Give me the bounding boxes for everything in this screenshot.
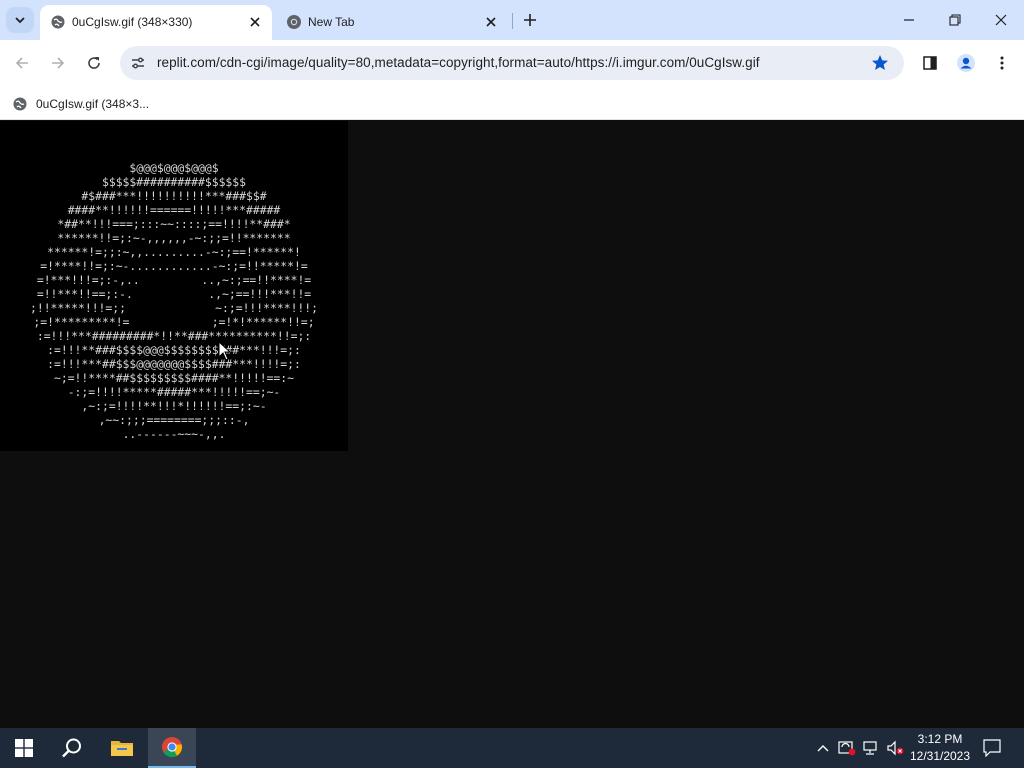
tray-overflow-button[interactable]: [814, 728, 832, 768]
chevron-up-icon: [817, 745, 829, 752]
tab-separator: [512, 13, 513, 29]
side-panel-button[interactable]: [916, 49, 944, 77]
ascii-line: $$$$$##########$$$$$$: [101, 175, 246, 189]
volume-muted-icon: [887, 740, 904, 756]
network-icon: [863, 741, 877, 755]
reload-icon: [88, 57, 100, 69]
bookmark-star-icon[interactable]: [870, 53, 890, 73]
tab-search-button[interactable]: [6, 7, 34, 33]
ascii-line: ,~:;=!!!!**!!!*!!!!!!==;:~-: [81, 399, 267, 413]
tab-title: 0uCgIsw.gif (348×330): [72, 15, 193, 29]
ascii-line: ******!!=;:~-,,,,,,-~:;;=!!*******: [57, 231, 291, 245]
tab-new-tab[interactable]: New Tab: [276, 5, 508, 40]
clock-date: 12/31/2023: [909, 749, 971, 763]
forward-button[interactable]: [44, 49, 72, 77]
ascii-line: *##**!!!===;:::~~::::;==!!!!**###*: [57, 217, 291, 231]
bookmark-label: 0uCgIsw.gif (348×3...: [36, 97, 150, 111]
ascii-line: -:;=!!!!*****#####***!!!!!==;~-: [67, 385, 281, 399]
clock-time: 3:12 PM: [917, 732, 963, 746]
taskbar-search-button[interactable]: [48, 728, 96, 768]
arrow-right-icon: [52, 57, 65, 69]
tab-title: New Tab: [308, 15, 355, 29]
network-button[interactable]: [860, 728, 882, 768]
globe-icon: [13, 97, 27, 111]
close-tab-icon[interactable]: [482, 13, 500, 31]
ascii-line: =!****!!=;:~-............-~:;=!!*****!=: [40, 259, 308, 273]
chevron-down-icon: [15, 17, 25, 24]
folder-icon: [111, 741, 133, 756]
minimize-icon: [904, 19, 914, 21]
reload-button[interactable]: [80, 49, 108, 77]
close-icon: [995, 14, 1007, 26]
start-button[interactable]: [0, 728, 48, 768]
arrow-left-icon: [15, 57, 28, 69]
ascii-line: ;=!*********!= ;=!*!******!!=;: [33, 315, 315, 329]
address-bar[interactable]: replit.com/cdn-cgi/image/quality=80,meta…: [120, 46, 904, 80]
chrome-icon: [162, 737, 183, 758]
menu-button[interactable]: [988, 49, 1016, 77]
tab-strip: 0uCgIsw.gif (348×330) New Tab: [0, 0, 1024, 40]
globe-icon: [51, 15, 65, 29]
taskbar-clock[interactable]: 3:12 PM 12/31/2023: [904, 731, 976, 765]
ascii-line: #$###***!!!!!!!!!!***###$$#: [81, 189, 267, 203]
bookmark-item[interactable]: 0uCgIsw.gif (348×3...: [8, 92, 149, 116]
ascii-line: :=!!!**###$$$$@@@$$$$$$$$###***!!!=;:: [47, 343, 301, 357]
browser-toolbar: replit.com/cdn-cgi/image/quality=80,meta…: [0, 40, 1024, 86]
notifications-button[interactable]: [980, 728, 1004, 768]
tab-gif[interactable]: 0uCgIsw.gif (348×330): [40, 5, 272, 40]
file-explorer-button[interactable]: [98, 728, 146, 768]
chrome-icon: [287, 15, 301, 29]
ascii-line: $@@@$@@@$@@@$: [129, 161, 219, 175]
windows-logo-icon: [15, 739, 33, 757]
volume-button[interactable]: [884, 728, 906, 768]
new-tab-button[interactable]: [518, 8, 542, 32]
ascii-line: =!!***!!==;:-. .,~;==!!!***!!=: [36, 287, 312, 301]
chrome-taskbar-button[interactable]: [148, 728, 196, 768]
ascii-line: :=!!!***#########*!!**###**********!!=;:: [36, 329, 312, 343]
back-button[interactable]: [8, 49, 36, 77]
search-icon: [62, 738, 81, 758]
more-vert-icon: [1000, 56, 1004, 70]
ascii-line: ..------~~~-,,.: [122, 427, 226, 441]
ascii-line: ~;=!!****##$$$$$$$$$####**!!!!!==:~: [53, 371, 295, 385]
profile-avatar-icon: [957, 54, 975, 72]
side-panel-icon: [923, 56, 937, 70]
close-tab-icon[interactable]: [246, 13, 264, 31]
plus-icon: [524, 14, 536, 26]
gif-image[interactable]: $@@@$@@@$@@@$ $$$$$##########$$$$$$ #$###*…: [0, 121, 348, 451]
update-alert-icon: [838, 741, 856, 756]
profile-button[interactable]: [952, 49, 980, 77]
ascii-line: :=!!!***##$$$@@@@@@@$$$$###***!!!!=;:: [47, 357, 301, 371]
ascii-line: ####**!!!!!!======!!!!!***#####: [67, 203, 281, 217]
tray-app-button[interactable]: [836, 728, 858, 768]
url-text[interactable]: replit.com/cdn-cgi/image/quality=80,meta…: [157, 55, 760, 71]
ascii-line: =!***!!!=;:-,.. ..,~:;==!!****!=: [36, 273, 312, 287]
mouse-cursor-icon: [218, 341, 232, 361]
restore-icon: [949, 14, 961, 26]
page-content: $@@@$@@@$@@@$ $$$$$##########$$$$$$ #$###*…: [0, 121, 1024, 728]
close-window-button[interactable]: [978, 0, 1024, 40]
bookmarks-bar: 0uCgIsw.gif (348×3...: [0, 86, 1024, 120]
ascii-line: ;!!*****!!!=;; ~:;=!!!****!!!;: [29, 301, 319, 315]
restore-button[interactable]: [932, 0, 978, 40]
site-info-icon[interactable]: [128, 53, 148, 73]
minimize-button[interactable]: [886, 0, 932, 40]
ascii-line: ,~~:;;;========;;;::-,: [98, 413, 250, 427]
ascii-art: $@@@$@@@$@@@$ $$$$$##########$$$$$$ #$###*…: [0, 161, 348, 441]
windows-taskbar: 3:12 PM 12/31/2023: [0, 728, 1024, 768]
notification-icon: [983, 739, 1001, 757]
ascii-line: ******!=;;:~,,.........-~:;==!******!: [47, 245, 301, 259]
